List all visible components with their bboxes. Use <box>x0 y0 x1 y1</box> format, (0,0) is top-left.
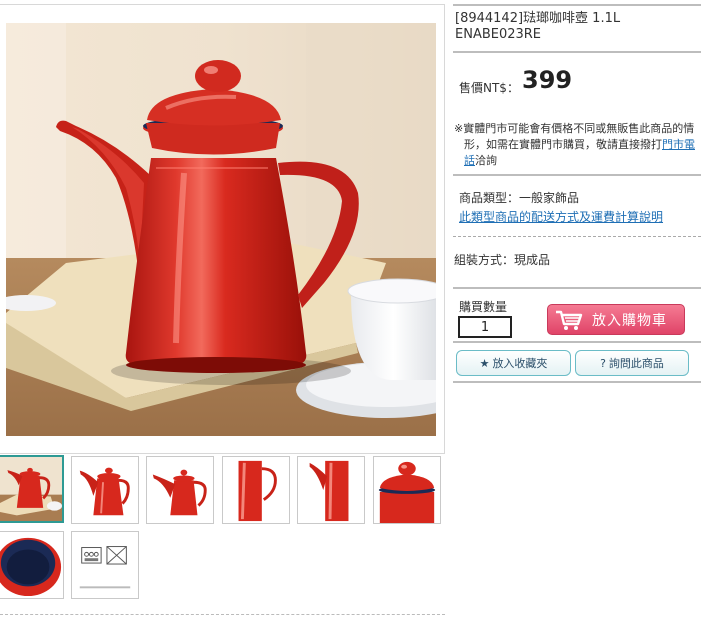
inquire-product-label: 詢問此商品 <box>608 357 664 370</box>
title-bottom-divider <box>453 51 701 53</box>
shopping-cart-icon <box>554 309 584 331</box>
shipping-info-link[interactable]: 此類型商品的配送方式及運費計算說明 <box>459 208 663 225</box>
assembly-bottom-divider <box>453 287 701 289</box>
actions-bottom-divider <box>453 381 701 383</box>
add-to-favorites-button[interactable]: ★ 放入收藏夾 <box>456 350 571 376</box>
add-to-cart-label: 放入購物車 <box>592 312 667 329</box>
star-icon: ★ <box>479 356 490 370</box>
question-icon: ? <box>600 356 606 370</box>
add-to-favorites-label: 放入收藏夾 <box>492 357 548 370</box>
add-to-cart-button[interactable]: 放入購物車 <box>547 304 685 335</box>
thumbnail-6[interactable] <box>373 456 441 524</box>
product-title: [8944142]琺瑯咖啡壺 1.1L ENABE023RE <box>455 11 701 43</box>
thumbnail-1[interactable] <box>0 455 64 523</box>
thumbnail-7[interactable] <box>0 531 64 599</box>
store-notice-line1: ※實體門市可能會有價格不同或無販售此商品的情 <box>454 122 695 135</box>
quantity-input[interactable] <box>458 316 512 338</box>
title-top-divider <box>453 4 701 6</box>
store-phone-link-part1[interactable]: 門市電 <box>662 138 695 151</box>
quantity-label: 購買數量 <box>459 300 508 314</box>
thumbnail-5[interactable] <box>297 456 365 524</box>
store-notice: ※實體門市可能會有價格不同或無販售此商品的情 形，如需在實體門市購買，敬請直接撥… <box>454 121 699 169</box>
product-category: 商品類型：一般家飾品 <box>459 191 580 205</box>
thumbnail-3[interactable] <box>146 456 214 524</box>
notice-bottom-divider <box>453 174 701 176</box>
category-dashed-divider <box>453 236 701 237</box>
store-notice-line3: 話洽詢 <box>464 154 497 167</box>
thumbnail-8[interactable] <box>71 531 139 599</box>
thumbnail-2[interactable] <box>71 456 139 524</box>
price-value: 399 <box>522 66 573 94</box>
product-title-line2: ENABE023RE <box>455 27 542 42</box>
product-title-line1: [8944142]琺瑯咖啡壺 1.1L <box>455 11 621 26</box>
price-label: 售價NT$： <box>459 81 519 95</box>
thumbnail-4[interactable] <box>222 456 290 524</box>
purchase-divider <box>453 341 701 343</box>
main-product-photo <box>6 23 436 436</box>
store-phone-link-part2[interactable]: 話 <box>464 154 475 167</box>
assembly-method: 組裝方式：現成品 <box>454 253 551 267</box>
bottom-dotted-divider <box>0 614 445 615</box>
main-product-image-frame <box>0 4 445 454</box>
store-notice-line2: 形，如需在實體門市購買，敬請直接撥打門市電 <box>464 138 695 151</box>
inquire-product-button[interactable]: ? 詢問此商品 <box>575 350 689 376</box>
